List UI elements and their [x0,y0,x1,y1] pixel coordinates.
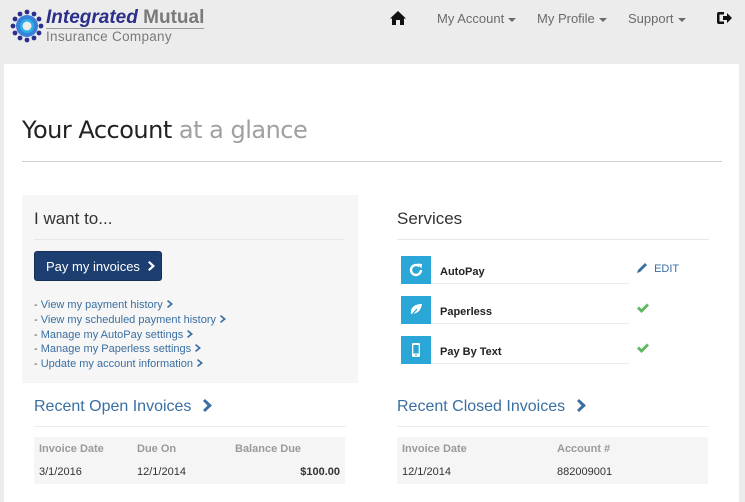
caret-down-icon [598,17,607,22]
due-on-cell: 12/1/2014 [137,465,186,478]
chevron-right-icon [196,359,203,368]
main-content: Your Account at a glance I want to... Pa… [4,64,739,502]
service-name: Pay By Text [431,336,629,364]
link-dash: - [34,299,41,311]
mobile-icon [401,336,431,364]
caret-down-icon [508,17,517,22]
top-navbar: Integrated Mutual Insurance Company My A… [0,0,745,62]
column-header: Invoice Date [39,443,104,455]
chevron-right-icon [577,399,587,412]
service-name: AutoPay [431,256,629,284]
column-header: Due On [137,443,177,455]
service-row-pay-by-text: Pay By Text [401,336,711,364]
chevron-right-icon [166,300,173,308]
invoice-date-cell: 12/1/2014 [402,465,451,478]
page-title: Your Account at a glance [22,116,308,144]
check-icon [637,303,649,313]
recent-open-invoices-link[interactable]: Recent Open Invoices [34,398,213,416]
paperless-enabled-status [637,303,649,315]
brand-name-part2: Mutual [143,7,205,29]
quick-link-item: - Manage my AutoPay settings [34,328,226,343]
edit-label: EDIT [654,263,680,275]
quick-link-item: - View my scheduled payment history [34,313,227,328]
services-divider [397,239,709,240]
service-row-paperless: Paperless [401,296,711,324]
brand-name: Integrated Mutual [46,8,204,27]
nav-my-account[interactable]: My Account [437,11,517,26]
invoice-date-cell: 3/1/2016 [39,465,82,478]
closed-invoices-heading: Recent Closed Invoices [397,398,566,415]
chevron-right-icon [147,261,155,271]
view-scheduled-payment-history-link[interactable]: View my scheduled payment history [41,314,216,326]
balance-due-cell: $100.00 [300,465,340,478]
caret-down-icon [677,17,686,22]
quick-link-item: - View my payment history [34,298,226,313]
service-row-autopay: AutoPay EDIT [401,256,711,284]
quick-link-item: - Manage my Paperless settings [34,342,226,357]
table-header-row: Invoice Date Due On Balance Due [34,437,345,459]
open-invoices-divider [34,426,346,427]
pay-invoices-button[interactable]: Pay my invoices [34,251,162,281]
edit-autopay-button[interactable]: EDIT [637,262,679,275]
link-dash: - [34,343,41,356]
i-want-to-panel: I want to... Pay my invoices - View my p… [22,195,358,383]
link-dash: - [34,328,41,341]
refresh-icon [401,256,431,284]
link-dash: - [34,358,41,371]
panel-divider [34,239,344,240]
nav-support-label: Support [628,11,674,26]
gear-people-logo-icon [10,9,44,43]
chevron-right-icon [203,399,213,412]
link-dash: - [34,313,41,326]
page-title-subtitle: at a glance [178,116,308,144]
leaf-icon [401,296,431,324]
manage-paperless-link[interactable]: Manage my Paperless settings [41,343,191,355]
brand-name-part1: Integrated [46,7,138,29]
pay-invoices-label: Pay my invoices [46,258,140,274]
open-invoices-table: Invoice Date Due On Balance Due 3/1/2016… [34,437,345,484]
table-header-row: Invoice Date Account # [397,437,708,459]
chevron-right-icon [187,329,194,338]
brand-tagline: Insurance Company [46,28,205,44]
table-row[interactable]: 3/1/2016 12/1/2014 $100.00 [34,459,345,484]
title-divider [22,161,722,162]
quick-links-list: - View my payment history - View my sche… [34,298,227,372]
closed-invoices-divider [397,426,709,427]
sign-out-icon[interactable] [716,10,733,26]
service-name: Paperless [431,296,629,324]
chevron-right-icon [195,344,202,353]
pay-by-text-enabled-status [637,343,649,355]
open-invoices-heading: Recent Open Invoices [34,398,192,415]
chevron-right-icon [220,314,227,323]
view-payment-history-link[interactable]: View my payment history [41,299,163,311]
nav-my-profile-label: My Profile [537,11,595,26]
manage-autopay-link[interactable]: Manage my AutoPay settings [41,329,183,341]
nav-my-profile[interactable]: My Profile [537,11,607,26]
pencil-icon [637,263,647,273]
page-title-main: Your Account [22,116,172,144]
home-icon[interactable] [389,9,407,27]
column-header: Balance Due [235,443,302,455]
closed-invoices-table: Invoice Date Account # 12/1/2014 8820090… [397,437,708,484]
check-icon [637,343,649,353]
update-account-info-link[interactable]: Update my account information [41,358,193,370]
i-want-to-heading: I want to... [34,209,113,228]
nav-my-account-label: My Account [437,11,505,26]
services-heading: Services [397,209,463,228]
column-header: Account # [557,443,611,455]
column-header: Invoice Date [402,443,467,455]
nav-support[interactable]: Support [628,11,686,26]
company-logo[interactable]: Integrated Mutual Insurance Company [10,8,205,44]
quick-link-item: - Update my account information [34,357,226,372]
table-row[interactable]: 12/1/2014 882009001 [397,459,708,484]
recent-closed-invoices-link[interactable]: Recent Closed Invoices [397,398,587,416]
account-number-cell: 882009001 [557,465,613,478]
